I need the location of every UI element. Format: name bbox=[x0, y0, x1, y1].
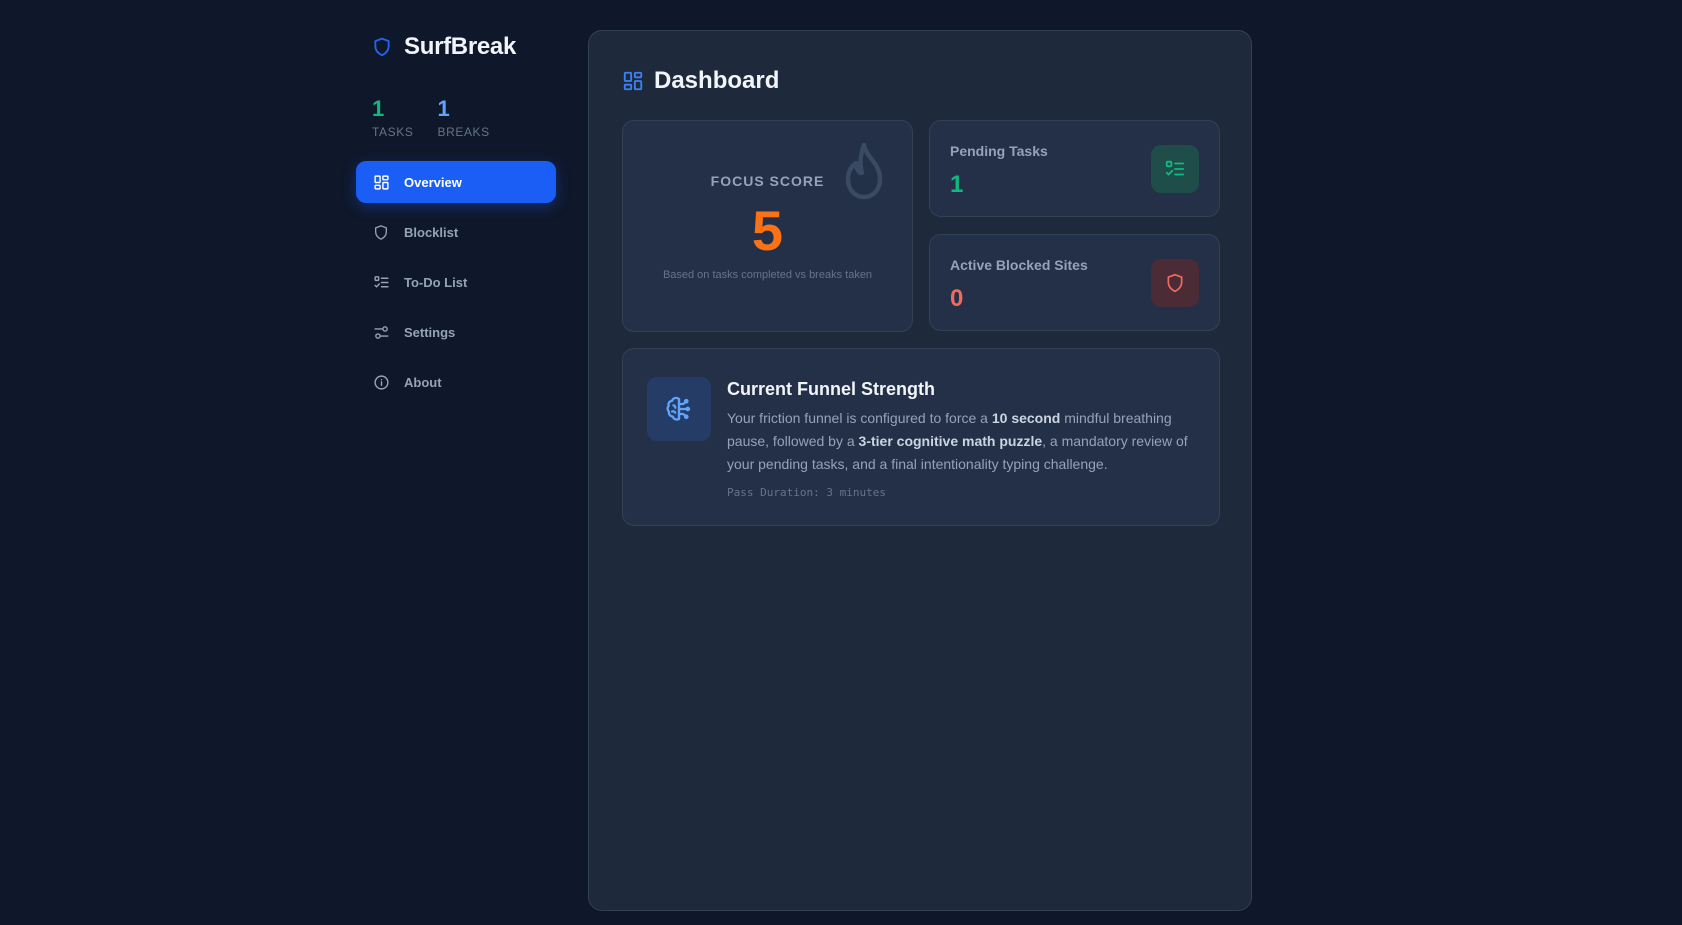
shield-icon bbox=[1151, 259, 1199, 307]
shield-icon bbox=[372, 35, 394, 59]
focus-score-label: FOCUS SCORE bbox=[710, 173, 825, 189]
app-root: SurfBreak 1 TASKS 1 BREAKS Overview Bloc… bbox=[0, 0, 1682, 925]
page-title: Dashboard bbox=[654, 67, 780, 94]
tasks-count: 1 bbox=[372, 96, 385, 121]
pending-tasks-label: Pending Tasks bbox=[950, 143, 1048, 159]
grid-icon bbox=[622, 70, 644, 92]
info-icon bbox=[372, 373, 390, 391]
funnel-text-part: Your friction funnel is configured to fo… bbox=[727, 410, 992, 426]
sidebar-stats: 1 TASKS 1 BREAKS bbox=[356, 96, 556, 140]
sidebar-item-label: Blocklist bbox=[404, 224, 459, 240]
sidebar-item-label: To-Do List bbox=[404, 274, 468, 290]
page-header: Dashboard bbox=[622, 67, 779, 95]
pending-tasks-card: Pending Tasks 1 bbox=[929, 120, 1220, 217]
sidebar-item-about[interactable]: About bbox=[356, 361, 556, 403]
funnel-title: Current Funnel Strength bbox=[727, 379, 935, 399]
breaks-label: BREAKS bbox=[437, 125, 490, 139]
focus-score-subtitle: Based on tasks completed vs breaks taken bbox=[662, 269, 873, 281]
sidebar-item-label: About bbox=[404, 374, 442, 390]
checklist-icon bbox=[372, 273, 390, 291]
blocked-sites-label: Active Blocked Sites bbox=[950, 257, 1088, 273]
sidebar-item-overview[interactable]: Overview bbox=[356, 161, 556, 203]
shield-icon bbox=[372, 223, 390, 241]
brand: SurfBreak bbox=[356, 30, 556, 64]
blocked-sites-card: Active Blocked Sites 0 bbox=[929, 234, 1220, 331]
sidebar-item-label: Settings bbox=[404, 324, 456, 340]
app-title: SurfBreak bbox=[404, 33, 517, 60]
focus-score-value: 5 bbox=[751, 199, 784, 262]
breaks-count: 1 bbox=[437, 96, 450, 121]
sidebar-nav: Overview Blocklist To-Do List Settings A… bbox=[356, 161, 556, 403]
funnel-strength-card: Current Funnel Strength Your friction fu… bbox=[622, 348, 1220, 526]
pass-duration: Pass Duration: 3 minutes bbox=[727, 486, 886, 499]
breathing-duration: 10 second bbox=[991, 410, 1061, 426]
sidebar-item-settings[interactable]: Settings bbox=[356, 311, 556, 353]
funnel-description: Your friction funnel is configured to fo… bbox=[727, 407, 1197, 476]
brain-icon bbox=[647, 377, 711, 441]
sidebar: SurfBreak 1 TASKS 1 BREAKS Overview Bloc… bbox=[356, 30, 556, 403]
grid-icon bbox=[372, 173, 390, 191]
tasks-label: TASKS bbox=[372, 125, 414, 139]
focus-score-card: FOCUS SCORE 5 Based on tasks completed v… bbox=[622, 120, 913, 332]
puzzle-tier: 3-tier cognitive math puzzle bbox=[858, 433, 1043, 449]
main-panel: Dashboard FOCUS SCORE 5 Based on tasks c… bbox=[588, 30, 1252, 911]
sidebar-item-blocklist[interactable]: Blocklist bbox=[356, 211, 556, 253]
sidebar-item-label: Overview bbox=[404, 174, 462, 190]
checklist-icon bbox=[1151, 145, 1199, 193]
sidebar-item-todo[interactable]: To-Do List bbox=[356, 261, 556, 303]
pending-tasks-value: 1 bbox=[950, 171, 964, 198]
sliders-icon bbox=[372, 323, 390, 341]
tasks-stat: 1 TASKS bbox=[372, 96, 414, 140]
blocked-sites-value: 0 bbox=[950, 285, 964, 312]
breaks-stat: 1 BREAKS bbox=[437, 96, 490, 140]
flame-icon bbox=[840, 141, 888, 201]
